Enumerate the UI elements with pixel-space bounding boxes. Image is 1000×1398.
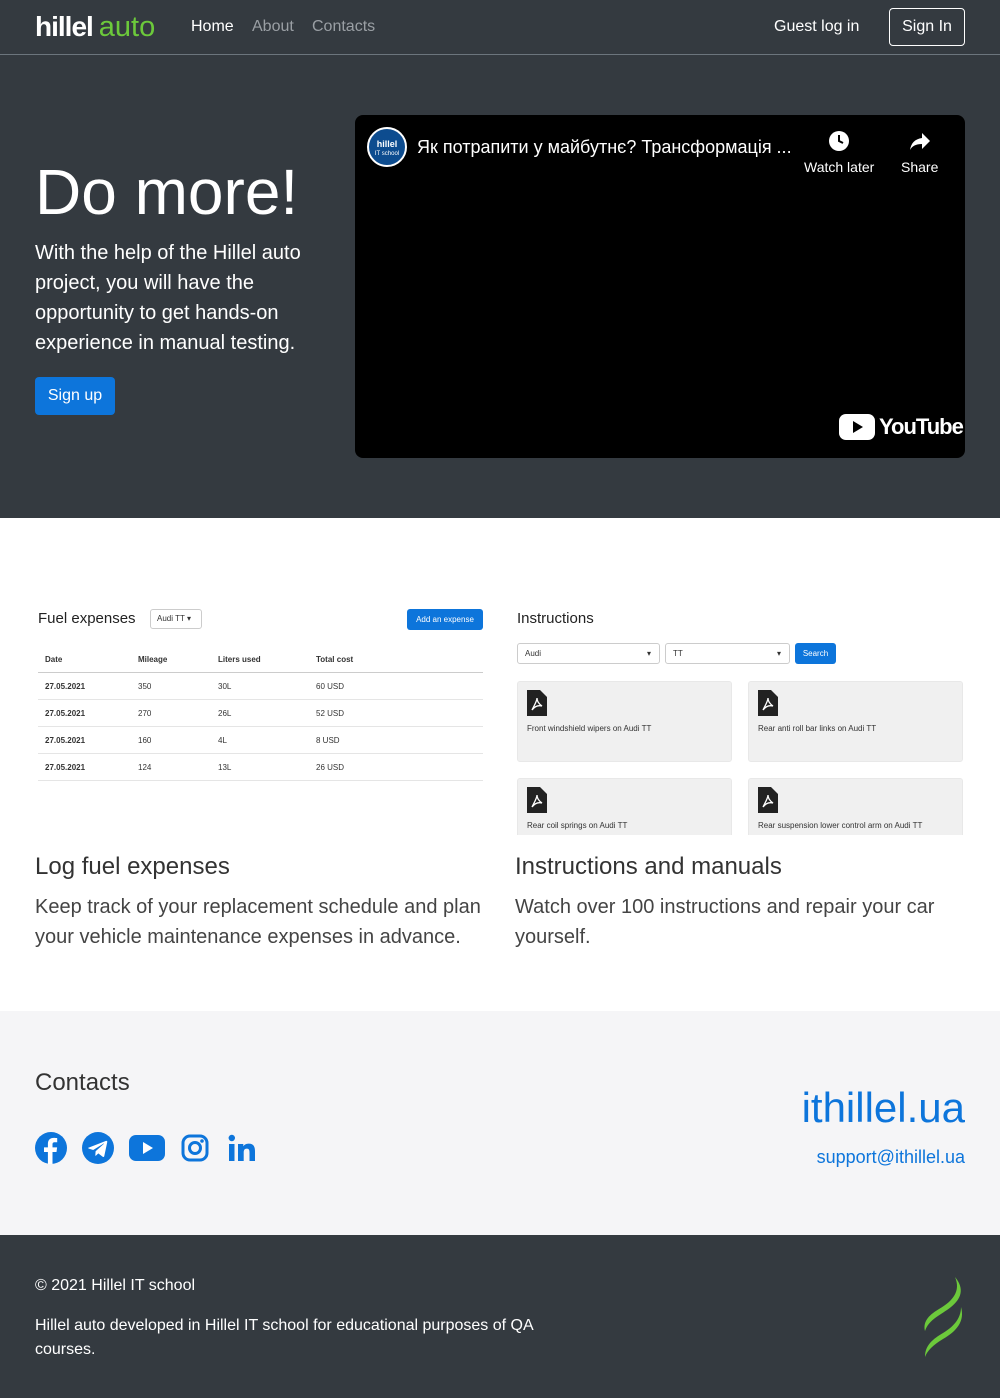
instruction-card: Rear anti roll bar links on Audi TT — [748, 681, 963, 762]
model-select: TT ▾ — [665, 643, 790, 664]
clock-icon — [804, 129, 874, 153]
guest-login-button[interactable]: Guest log in — [774, 18, 859, 36]
cell-mileage: 160 — [138, 735, 152, 745]
logo[interactable]: hillel auto — [35, 10, 156, 43]
channel-badge-subtext: IT school — [374, 151, 400, 157]
share-icon — [901, 129, 938, 153]
fuel-preview-heading: Fuel expenses — [38, 610, 136, 627]
logo-accent: auto — [98, 11, 156, 43]
watch-later-button[interactable]: Watch later — [804, 129, 874, 175]
hero-title: Do more! — [35, 156, 299, 228]
share-label: Share — [901, 159, 939, 175]
cell-cost: 60 USD — [316, 681, 345, 691]
watch-later-label: Watch later — [804, 159, 875, 175]
fuel-preview-car-select: Audi TT ▾ — [150, 609, 202, 629]
pdf-file-icon — [758, 787, 778, 813]
instructions-search-button: Search — [795, 643, 836, 664]
nav-contacts[interactable]: Contacts — [312, 18, 375, 36]
instruction-card: Rear coil springs on Audi TT — [517, 778, 732, 835]
chevron-down-icon: ▾ — [776, 649, 781, 658]
cell-liters: 4L — [218, 735, 227, 745]
nav-home[interactable]: Home — [191, 18, 234, 36]
cell-cost: 8 USD — [316, 735, 340, 745]
channel-badge-text: hillel — [376, 139, 398, 149]
youtube-video-player[interactable]: hillel IT school Як потрапити у майбутнє… — [355, 115, 965, 458]
youtube-logo[interactable]: YouTube — [839, 414, 964, 440]
instruction-card-title: Rear anti roll bar links on Audi TT — [758, 724, 877, 733]
car-select-value: Audi TT — [157, 614, 185, 623]
share-button[interactable]: Share — [901, 129, 938, 175]
table-row: 27.05.2021 124 13L 26 USD — [38, 754, 483, 781]
fuel-expenses-preview: Fuel expenses Audi TT ▾ Add an expense D… — [35, 600, 485, 835]
instructions-preview-heading: Instructions — [517, 610, 594, 627]
fuel-feature-title: Log fuel expenses — [35, 853, 230, 880]
cell-cost: 26 USD — [316, 762, 345, 772]
col-mileage: Mileage — [138, 654, 168, 664]
pdf-file-icon — [527, 690, 547, 716]
col-cost: Total cost — [316, 654, 354, 664]
cell-mileage: 270 — [138, 708, 152, 718]
table-row: 27.05.2021 350 30L 60 USD — [38, 673, 483, 700]
cell-liters: 26L — [218, 708, 232, 718]
youtube-brand: YouTube — [879, 414, 964, 439]
nav-about[interactable]: About — [252, 18, 294, 36]
website-link[interactable]: ithillel.ua — [802, 1084, 965, 1132]
pdf-file-icon — [527, 787, 547, 813]
cell-mileage: 124 — [138, 762, 152, 772]
cell-liters: 30L — [218, 681, 232, 691]
instruction-card: Front windshield wipers on Audi TT — [517, 681, 732, 762]
contacts-title: Contacts — [35, 1069, 130, 1096]
support-email-link[interactable]: support@ithillel.ua — [817, 1147, 965, 1168]
cell-liters: 13L — [218, 762, 232, 772]
instruction-card-title: Rear suspension lower control arm on Aud… — [758, 821, 923, 830]
fuel-feature-description: Keep track of your replacement schedule … — [35, 896, 481, 948]
sign-in-button[interactable]: Sign In — [889, 8, 965, 46]
model-select-value: TT — [673, 649, 683, 658]
facebook-icon[interactable] — [35, 1131, 67, 1165]
footer-copyright: © 2021 Hillel IT school — [35, 1277, 196, 1294]
youtube-play-icon — [839, 414, 875, 440]
channel-avatar[interactable]: hillel IT school — [367, 127, 407, 167]
youtube-icon[interactable] — [129, 1131, 165, 1165]
col-date: Date — [45, 654, 63, 664]
brand-select-value: Audi — [525, 649, 542, 658]
telegram-icon[interactable] — [82, 1131, 114, 1165]
fuel-table-header: Date Mileage Liters used Total cost — [38, 646, 483, 673]
hero-text: With the help of the Hillel auto project… — [35, 242, 301, 354]
instagram-icon[interactable] — [181, 1131, 209, 1165]
instructions-feature-title: Instructions and manuals — [515, 853, 782, 880]
brand-select: Audi ▾ — [517, 643, 660, 664]
cell-date: 27.05.2021 — [45, 681, 86, 691]
cell-date: 27.05.2021 — [45, 762, 86, 772]
col-liters: Liters used — [218, 654, 261, 664]
pdf-file-icon — [758, 690, 778, 716]
cell-date: 27.05.2021 — [45, 708, 86, 718]
chevron-down-icon: ▾ — [646, 649, 651, 658]
cell-cost: 52 USD — [316, 708, 345, 718]
fuel-preview-add-button: Add an expense — [407, 609, 483, 630]
linkedin-icon[interactable] — [228, 1131, 256, 1165]
video-title[interactable]: Як потрапити у майбутнє? Трансформація .… — [417, 137, 797, 158]
instruction-card: Rear suspension lower control arm on Aud… — [748, 778, 963, 835]
hillel-leaf-icon — [921, 1277, 965, 1362]
instructions-feature-description: Watch over 100 instructions and repair y… — [515, 896, 935, 948]
cell-date: 27.05.2021 — [45, 735, 86, 745]
cell-mileage: 350 — [138, 681, 152, 691]
instruction-card-title: Front windshield wipers on Audi TT — [527, 724, 652, 733]
instructions-preview: Instructions Audi ▾ TT ▾ Search Front wind… — [515, 600, 965, 835]
table-row: 27.05.2021 270 26L 52 USD — [38, 700, 483, 727]
logo-text: hillel — [35, 11, 94, 42]
footer-description: Hillel auto developed in Hillel IT schoo… — [35, 1317, 533, 1358]
instruction-card-title: Rear coil springs on Audi TT — [527, 821, 628, 830]
sign-up-button[interactable]: Sign up — [35, 377, 115, 415]
table-row: 27.05.2021 160 4L 8 USD — [38, 727, 483, 754]
